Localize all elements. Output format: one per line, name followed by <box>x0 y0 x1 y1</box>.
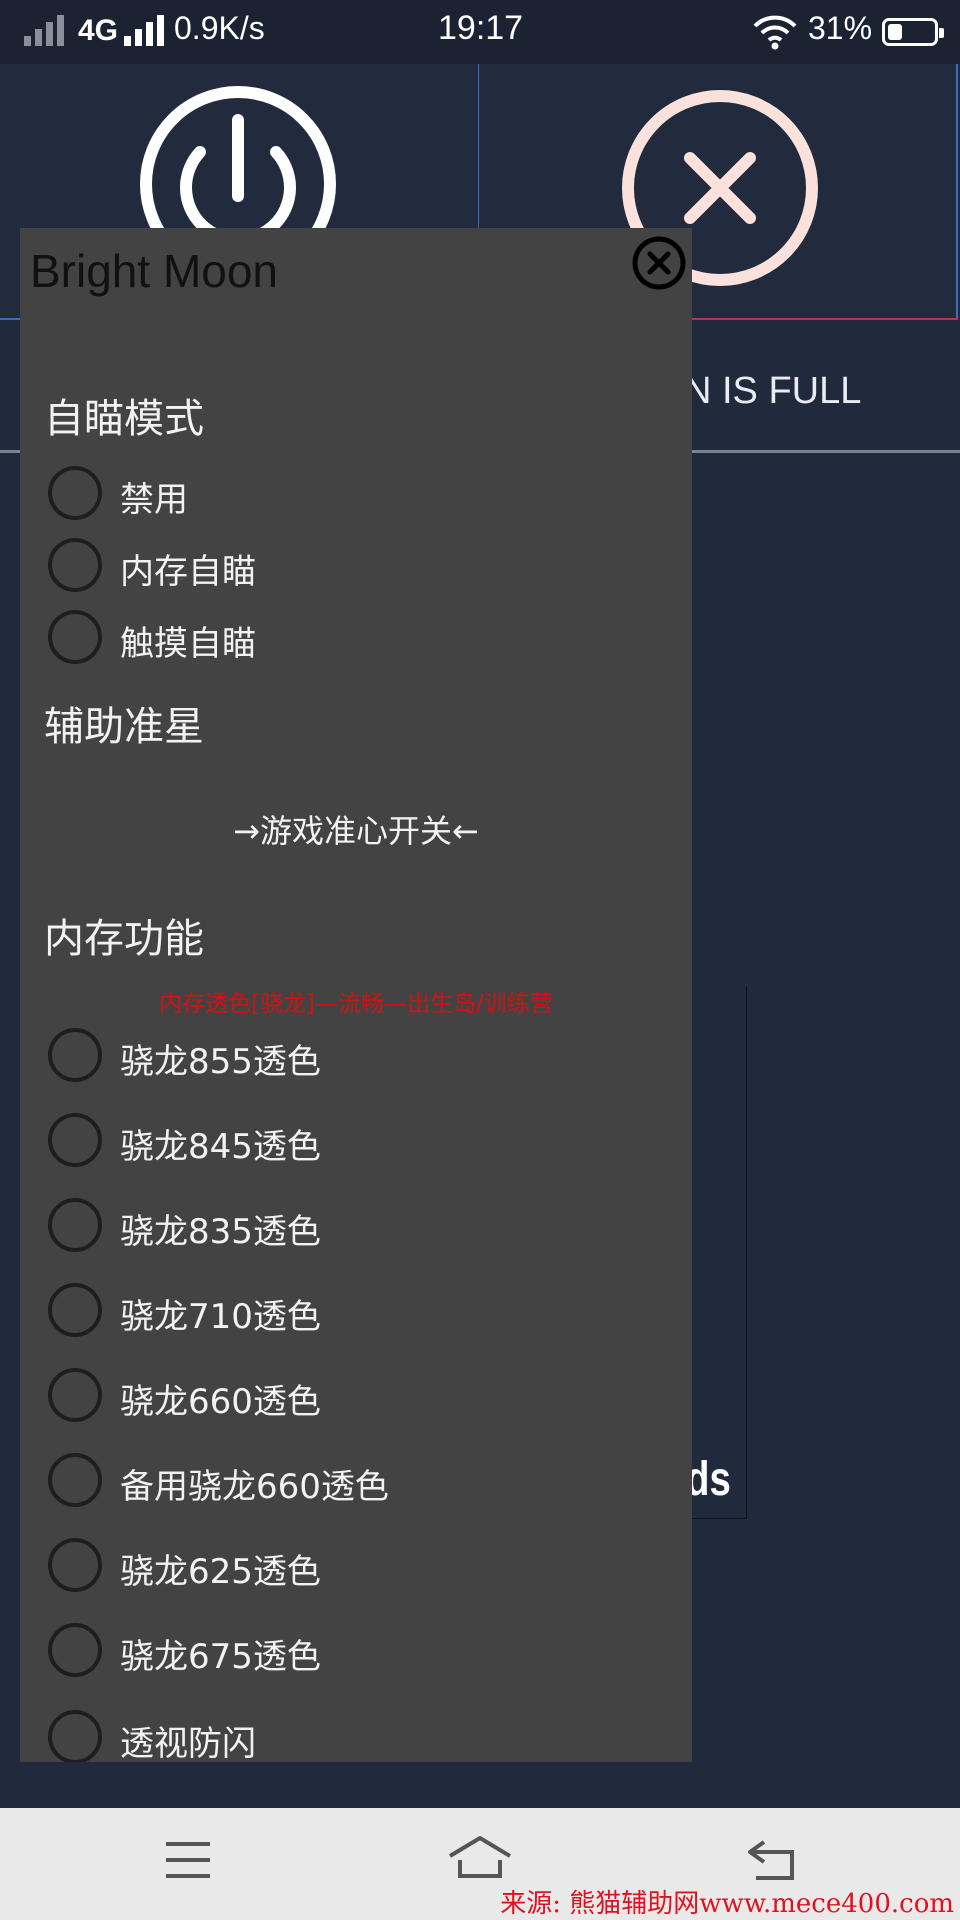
memory-option-label: 骁龙625透色 <box>120 1552 321 1592</box>
memory-option-label: 骁龙660透色 <box>120 1382 321 1422</box>
aim-option[interactable]: 内存自瞄 <box>48 538 668 594</box>
close-menu-icon[interactable] <box>630 234 688 292</box>
aim-option-label: 禁用 <box>120 480 188 520</box>
radio-button[interactable] <box>48 1538 102 1592</box>
aim-option-label: 触摸自瞄 <box>120 624 256 664</box>
aim-option[interactable]: 触摸自瞄 <box>48 610 668 666</box>
navigation-bar: 来源: 熊猫辅助网www.mece400.com <box>0 1808 960 1920</box>
memory-option[interactable]: 透视防闪 <box>48 1710 668 1762</box>
menu-icon[interactable] <box>164 1838 212 1882</box>
network-speed: 0.9K/s <box>174 10 265 46</box>
radio-button[interactable] <box>48 1028 102 1082</box>
aim-option[interactable]: 禁用 <box>48 466 668 522</box>
crosshair-toggle-button[interactable]: →游戏准心开关← <box>20 806 692 852</box>
radio-button[interactable] <box>48 1453 102 1507</box>
radio-button[interactable] <box>48 1283 102 1337</box>
radio-button[interactable] <box>48 1623 102 1677</box>
network-type: 4G <box>78 14 119 47</box>
memory-option[interactable]: 骁龙855透色 <box>48 1028 668 1084</box>
memory-option-label: 骁龙710透色 <box>120 1297 321 1337</box>
memory-option-label: 骁龙835透色 <box>120 1212 321 1252</box>
wifi-icon <box>753 15 797 50</box>
radio-button[interactable] <box>48 1368 102 1422</box>
memory-option-label: 骁龙855透色 <box>120 1042 321 1082</box>
aim-option-label: 内存自瞄 <box>120 552 256 592</box>
signal-icon-sim2 <box>124 14 168 46</box>
memory-option[interactable]: 骁龙845透色 <box>48 1113 668 1169</box>
back-icon[interactable] <box>744 1838 800 1882</box>
memory-option[interactable]: 骁龙660透色 <box>48 1368 668 1424</box>
memory-option[interactable]: 骁龙710透色 <box>48 1283 668 1339</box>
home-icon[interactable] <box>446 1834 514 1882</box>
memory-option[interactable]: 骁龙835透色 <box>48 1198 668 1254</box>
source-watermark: 来源: 熊猫辅助网www.mece400.com <box>500 1889 954 1919</box>
radio-button[interactable] <box>48 1710 102 1762</box>
status-bar: 4G 0.9K/s 19:17 31% <box>0 0 960 64</box>
radio-button[interactable] <box>48 466 102 520</box>
memory-option[interactable]: 备用骁龙660透色 <box>48 1453 668 1509</box>
memory-option[interactable]: 骁龙675透色 <box>48 1623 668 1679</box>
section-title-crosshair: 辅助准星 <box>44 704 204 750</box>
radio-button[interactable] <box>48 1113 102 1167</box>
radio-button[interactable] <box>48 1198 102 1252</box>
section-title-memory: 内存功能 <box>44 916 204 962</box>
battery-icon <box>882 18 944 46</box>
radio-button[interactable] <box>48 538 102 592</box>
battery-percent: 31% <box>808 10 873 46</box>
section-title-aim: 自瞄模式 <box>44 396 204 442</box>
signal-icon-sim1 <box>24 14 68 46</box>
memory-option[interactable]: 骁龙625透色 <box>48 1538 668 1594</box>
menu-title: Bright Moon <box>30 245 279 297</box>
radio-button[interactable] <box>48 610 102 664</box>
memory-option-label: 骁龙845透色 <box>120 1127 321 1167</box>
divider <box>956 64 958 320</box>
memory-option-label: 透视防闪 <box>120 1724 256 1762</box>
clock: 19:17 <box>438 9 524 47</box>
background-status-text: N IS FULL <box>684 370 862 412</box>
memory-note: 内存透色[骁龙]—流畅—出生岛/训练营 <box>159 991 553 1017</box>
cheat-menu-panel: Bright Moon 自瞄模式 禁用 内存自瞄 触摸自瞄 辅助准星 →游戏准心… <box>20 228 692 1762</box>
memory-option-label: 骁龙675透色 <box>120 1637 321 1677</box>
memory-option-label: 备用骁龙660透色 <box>120 1467 389 1507</box>
background-card <box>690 986 747 1519</box>
background-card-text: ds <box>686 1453 731 1506</box>
